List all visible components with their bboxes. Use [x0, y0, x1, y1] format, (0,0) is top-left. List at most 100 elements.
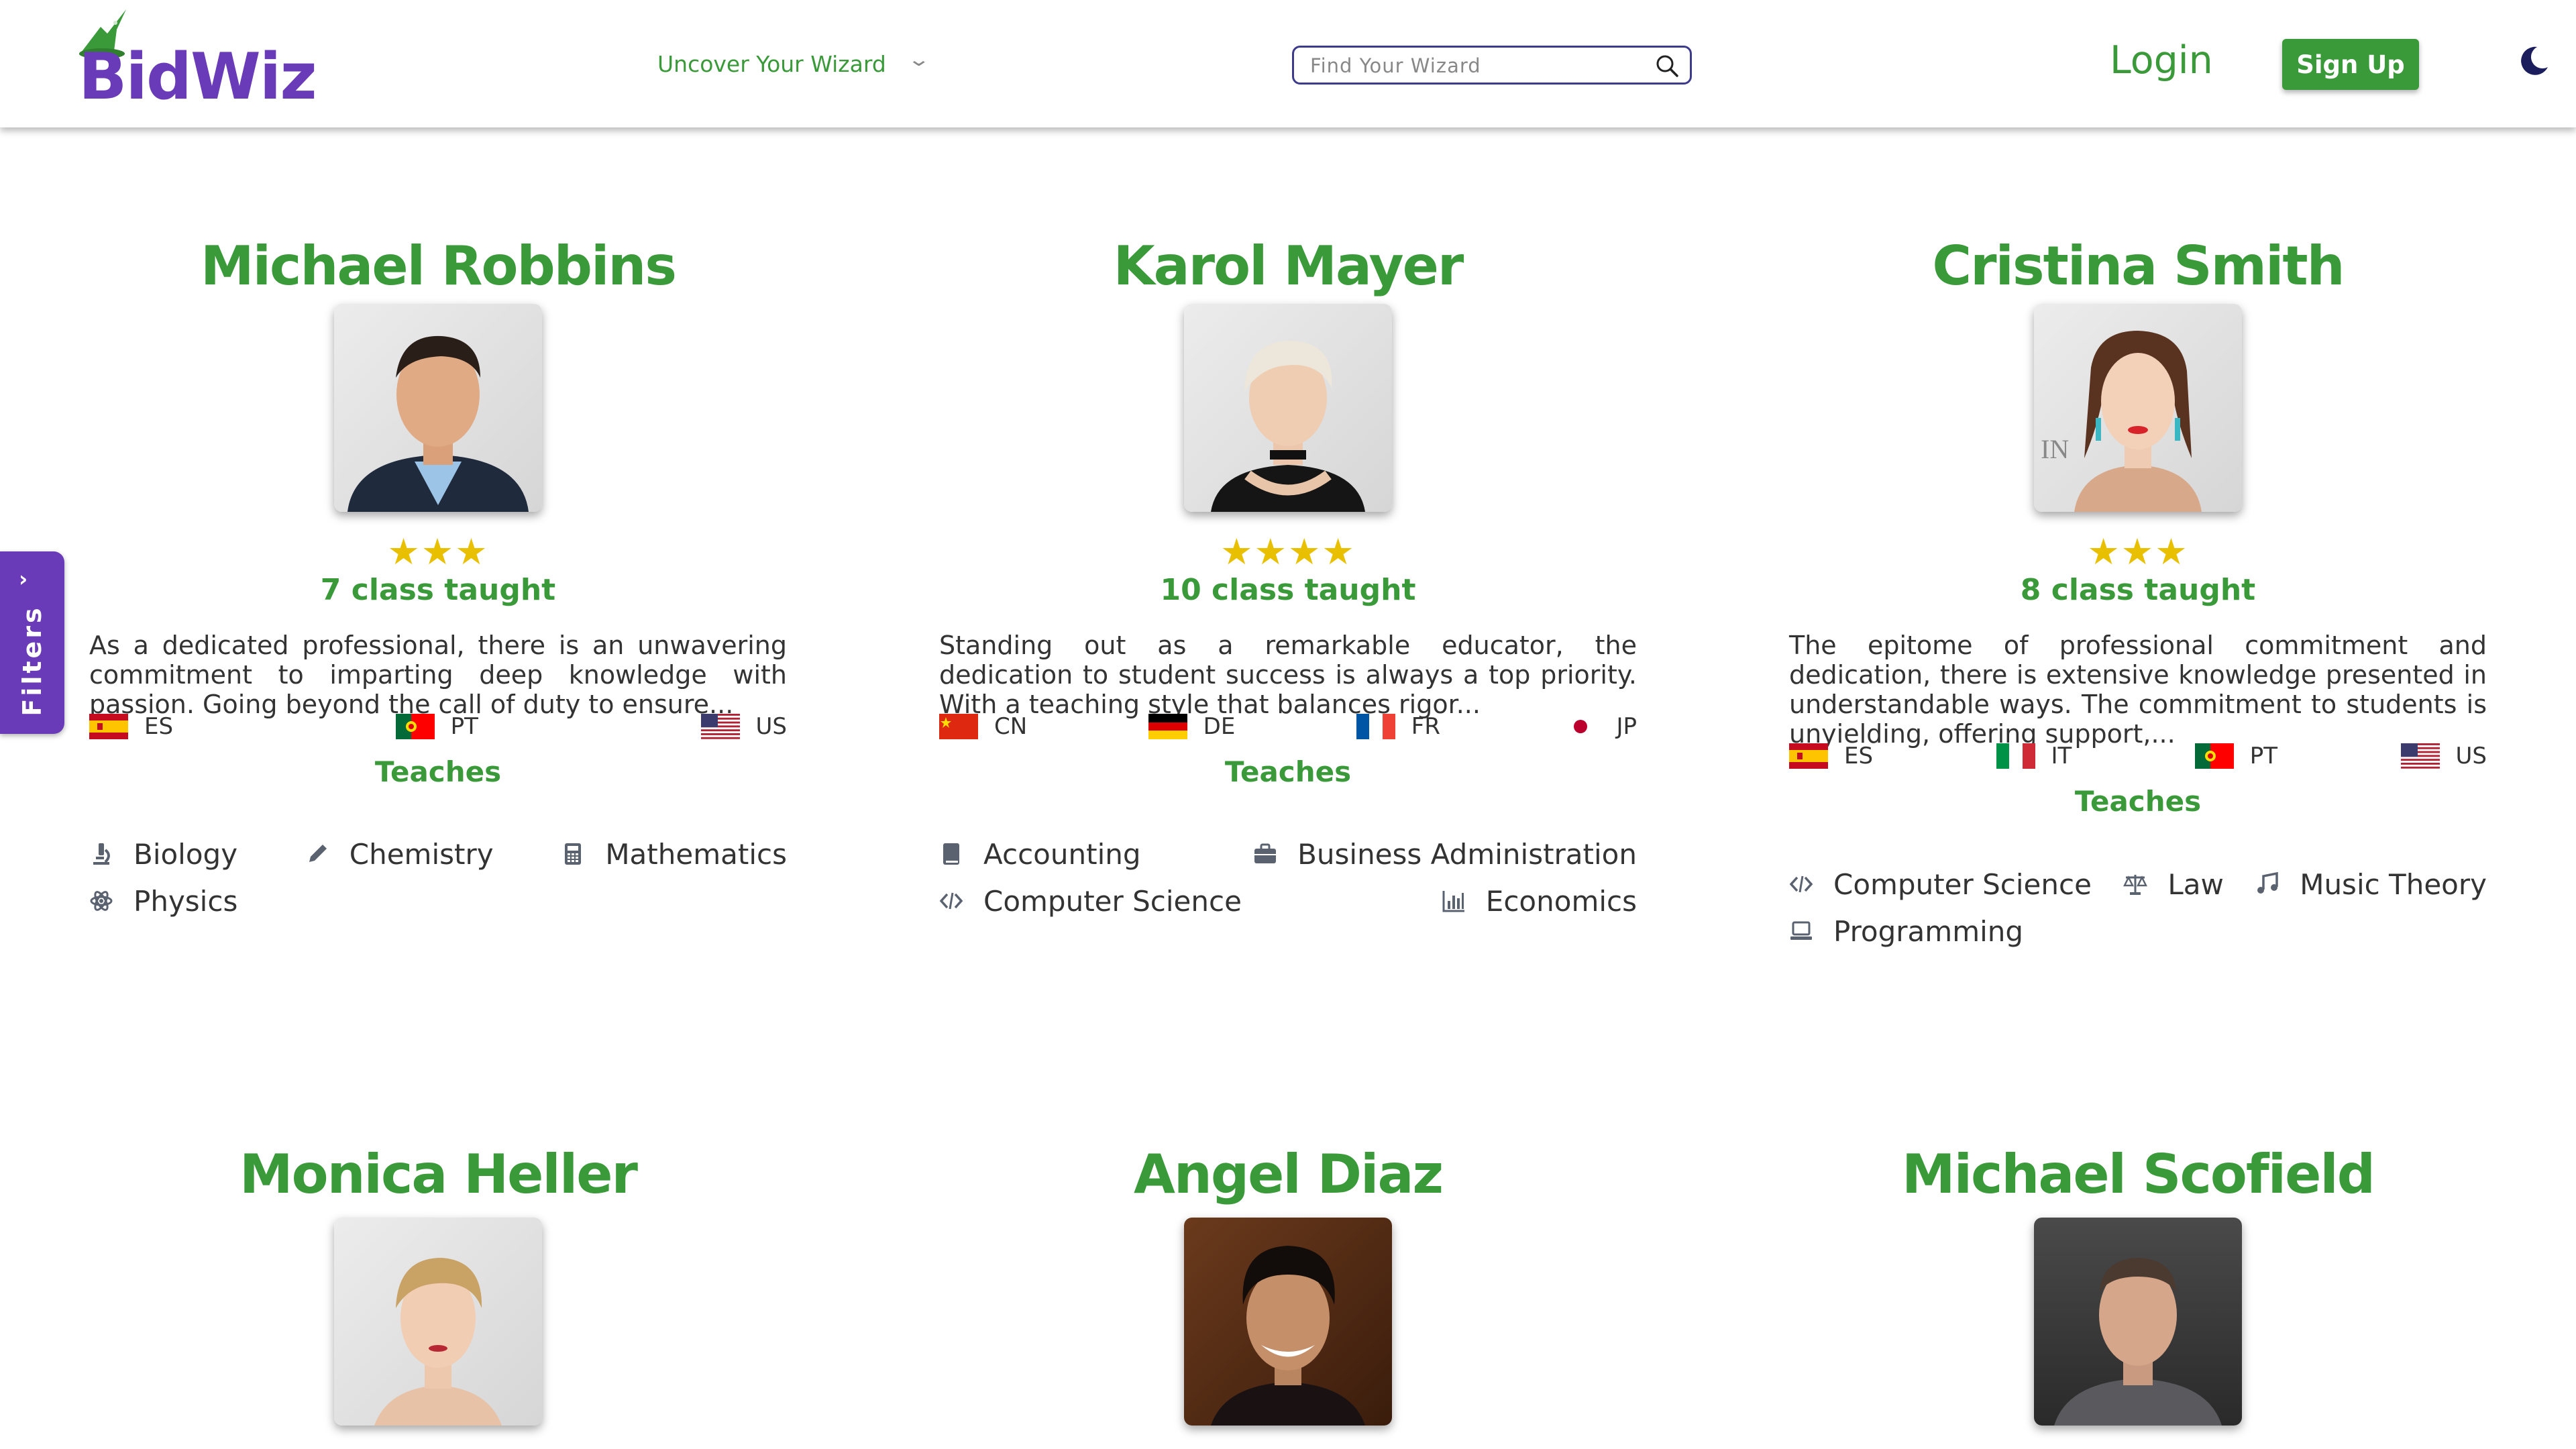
language-item: CN [939, 713, 1027, 740]
language-item: IT [1996, 743, 2072, 769]
fr-flag-icon [1356, 714, 1395, 739]
subject-label: Law [2167, 867, 2224, 901]
language-item: PT [395, 713, 478, 740]
pt-flag-icon [395, 714, 435, 739]
teaches-heading: Teaches [2074, 785, 2202, 818]
subject-row: Programming [1789, 908, 2487, 955]
us-flag-icon [2400, 743, 2440, 769]
subject-item[interactable]: Business Administration [1253, 838, 1637, 871]
tutor-name[interactable]: Cristina Smith [1789, 239, 2487, 293]
tutor-photo[interactable] [334, 304, 542, 512]
filters-tab[interactable]: › Filters [0, 551, 64, 734]
tutor-photo[interactable]: IN [2034, 304, 2242, 512]
tutor-photo[interactable] [334, 1218, 542, 1426]
uncover-wizard-menu[interactable]: Uncover Your Wizard [657, 51, 886, 77]
subject-item[interactable]: Accounting [939, 838, 1141, 871]
scale-icon [2123, 875, 2148, 895]
subject-item[interactable]: Law [2123, 868, 2224, 901]
subject-list: Accounting Business Administration Compute… [939, 830, 1637, 924]
tutor-name[interactable]: Monica Heller [89, 1148, 787, 1201]
tutor-name[interactable]: Michael Scofield [1789, 1148, 2487, 1201]
tutor-bio: Standing out as a remarkable educator, t… [939, 631, 1637, 719]
language-item: ES [1789, 743, 1873, 769]
language-code: CN [994, 713, 1028, 740]
subject-item[interactable]: Biology [89, 838, 237, 871]
atom-icon [90, 891, 113, 911]
filters-label: Filters [17, 605, 47, 716]
language-code: PT [450, 713, 478, 740]
chevron-down-icon[interactable]: ⌄ [907, 48, 930, 70]
tutor-name[interactable]: Angel Diaz [939, 1148, 1637, 1201]
search-input[interactable] [1309, 48, 1633, 84]
rating-stars: ★★★ [387, 531, 489, 573]
language-item: DE [1148, 713, 1236, 740]
eyedropper-icon [309, 845, 327, 862]
language-item: PT [2194, 743, 2278, 769]
language-item: US [2400, 743, 2487, 769]
subject-row: Computer Science Economics [939, 877, 1637, 924]
bar-chart-icon [1442, 891, 1464, 912]
brand-name: BidWiz [78, 40, 317, 114]
cn-flag-icon [939, 714, 978, 739]
teaches-heading: Teaches [374, 755, 502, 788]
subject-row: Accounting Business Administration [939, 830, 1637, 877]
jp-flag-icon [1561, 714, 1601, 739]
subject-item[interactable]: Programming [1789, 915, 2023, 948]
subject-label: Economics [1485, 884, 1637, 918]
subject-label: Chemistry [349, 837, 494, 871]
rating-stars: ★★★★ [1220, 531, 1356, 573]
tutor-name[interactable]: Karol Mayer [939, 239, 1637, 293]
subject-label: Mathematics [605, 837, 787, 871]
language-code: DE [1203, 713, 1236, 740]
subject-label: Business Administration [1297, 837, 1637, 871]
signup-button[interactable]: Sign Up [2282, 39, 2419, 90]
subject-item[interactable]: Chemistry [305, 838, 494, 871]
language-item: JP [1561, 713, 1637, 740]
code-icon [1789, 875, 1813, 893]
bidwiz-logo[interactable]: BidWiz [75, 4, 317, 118]
tutor-bio: The epitome of professional commitment a… [1789, 631, 2487, 749]
subject-label: Accounting [983, 837, 1141, 871]
language-list: ES PT US [89, 710, 787, 743]
login-link[interactable]: Login [2110, 38, 2213, 83]
rating-stars: ★★★ [2087, 531, 2189, 573]
subject-row: Biology Chemistry Mathematics [89, 830, 787, 877]
tutor-photo[interactable] [1184, 304, 1392, 512]
language-list: ES IT PT US [1789, 739, 2487, 773]
es-flag-icon [89, 714, 128, 739]
subject-item[interactable]: Music Theory [2255, 868, 2487, 901]
tutor-name[interactable]: Michael Robbins [89, 239, 787, 293]
language-code: US [755, 713, 787, 740]
tutor-photo[interactable] [2034, 1218, 2242, 1426]
tutor-photo[interactable] [1184, 1218, 1392, 1426]
language-code: ES [1844, 743, 1874, 769]
us-flag-icon [700, 714, 740, 739]
pt-flag-icon [2194, 743, 2234, 769]
subject-label: Biology [133, 837, 238, 871]
search-icon[interactable] [1655, 54, 1679, 78]
briefcase-icon [1254, 843, 1277, 863]
music-icon [2257, 872, 2278, 894]
language-code: IT [2051, 743, 2072, 769]
language-item: FR [1356, 713, 1440, 740]
tutor-bio: As a dedicated professional, there is an… [89, 631, 787, 719]
language-code: PT [2249, 743, 2278, 769]
subject-item[interactable]: Computer Science [1789, 868, 2092, 901]
subject-list: Biology Chemistry Mathematics Physics [89, 830, 787, 924]
language-item: ES [89, 713, 173, 740]
subject-item[interactable]: Physics [89, 885, 237, 918]
teaches-heading: Teaches [1224, 755, 1352, 788]
subject-label: Physics [133, 884, 238, 918]
language-code: JP [1616, 713, 1637, 740]
subject-item[interactable]: Computer Science [939, 885, 1242, 918]
subject-item[interactable]: Mathematics [561, 838, 787, 871]
subject-label: Computer Science [1833, 867, 2092, 901]
moon-icon[interactable] [2517, 44, 2551, 78]
subject-label: Computer Science [983, 884, 1242, 918]
code-icon [939, 892, 963, 910]
language-code: US [2455, 743, 2487, 769]
calculator-icon [565, 843, 582, 865]
classes-taught: 10 class taught [1160, 573, 1416, 607]
language-item: US [700, 713, 787, 740]
subject-item[interactable]: Economics [1442, 885, 1637, 918]
